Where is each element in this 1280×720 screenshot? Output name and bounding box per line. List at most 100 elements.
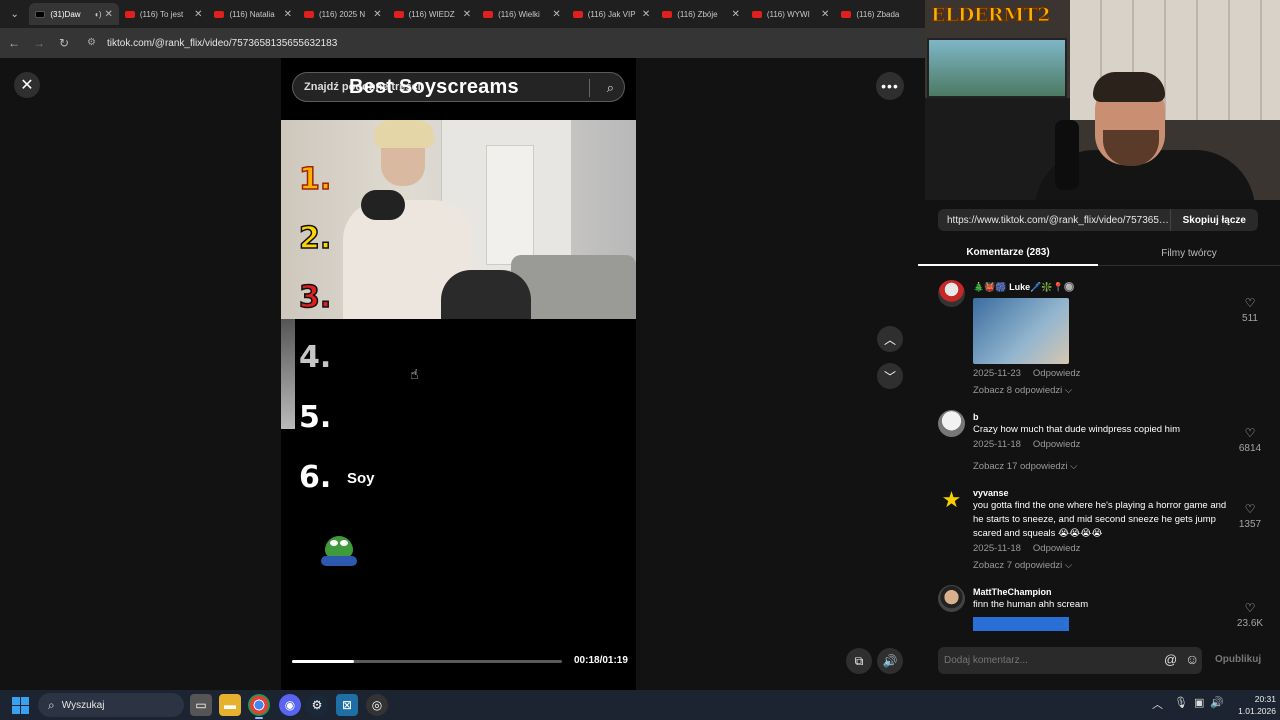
close-tab-icon[interactable]: ✕ [284, 9, 292, 20]
obs-icon[interactable]: ◎ [366, 694, 388, 716]
like-count: 6814 [1238, 443, 1262, 454]
stream-logo: ELDERMT2 [931, 4, 1051, 27]
comment-username[interactable]: b [973, 412, 979, 422]
tab-comments[interactable]: Komentarze (283) [918, 240, 1098, 266]
reply-button[interactable]: Odpowiedz [1033, 439, 1081, 450]
reply-button[interactable]: Odpowiedz [1033, 368, 1081, 379]
chrome-icon[interactable] [248, 694, 270, 719]
back-icon[interactable]: ← [3, 32, 25, 54]
steam-icon[interactable]: ⚙ [306, 694, 328, 716]
volume-tray-icon[interactable]: 🔊 [1210, 696, 1224, 709]
discord-icon[interactable]: ◉ [279, 694, 301, 716]
url-text[interactable]: tiktok.com/@rank_flix/video/757365813565… [107, 38, 337, 49]
reload-icon[interactable]: ↻ [53, 32, 75, 54]
previous-video-icon[interactable]: ︿ [877, 326, 903, 352]
close-tab-icon[interactable]: ✕ [552, 9, 560, 20]
clock[interactable]: 20:31 1.01.2026 [1228, 693, 1276, 717]
star-avatar[interactable]: ★ [938, 486, 965, 513]
copy-link-button[interactable]: Skopiuj łącze [1169, 209, 1258, 231]
youtube-icon [751, 10, 762, 18]
comment-input[interactable] [938, 647, 1202, 674]
view-replies-button[interactable]: Zobacz 7 odpowiedzi ⌵ [973, 560, 1072, 571]
tab-title: (31)Daw [50, 9, 81, 19]
close-tab-icon[interactable]: ✕ [821, 9, 829, 20]
site-info-icon[interactable]: ⚙ [87, 37, 99, 49]
browser-tab-tiktok[interactable]: (31)Daw ◖) ✕ [29, 3, 119, 25]
video-player[interactable]: 1. 2. 3. 4. 5. 6. Soy Znajdź podobne tre… [281, 58, 636, 690]
like-button[interactable]: ♡ 23.6K [1228, 601, 1272, 629]
forward-icon[interactable]: → [28, 32, 50, 54]
youtube-icon [841, 10, 852, 18]
show-hidden-icons-icon[interactable]: ︿ [1152, 696, 1163, 712]
emoji-icon[interactable]: ☺ [1185, 651, 1199, 667]
windows-start-icon[interactable] [12, 697, 29, 714]
close-tab-icon[interactable]: ✕ [642, 9, 650, 20]
browser-tab[interactable]: (116) WIEDZ ✕ [388, 3, 478, 25]
view-replies-button[interactable]: Zobacz 17 odpowiedzi ⌵ [973, 461, 1077, 472]
taskbar-search[interactable]: ⌕ Wyszukaj [38, 693, 184, 717]
avatar[interactable] [938, 280, 965, 307]
comment-username[interactable]: vyvanse [973, 488, 1009, 498]
browser-tab[interactable]: (116) Natalia ✕ [208, 3, 298, 25]
comment-username[interactable]: MattTheChampion [973, 587, 1052, 597]
webcam-overlay: ELDERMT2 [925, 0, 1280, 200]
comment-date: 2025-11-18 [973, 543, 1021, 554]
rank-4: 4. [299, 340, 332, 375]
comment-meta: 2025-11-23 Odpowiedz [973, 368, 1080, 379]
view-replies-button[interactable]: Zobacz 8 odpowiedzi ⌵ [973, 385, 1072, 396]
like-button[interactable]: ♡ 1357 [1228, 502, 1272, 530]
browser-tab[interactable]: (116) Zbóje ✕ [656, 3, 746, 25]
microphone-icon[interactable]: 🎙 [1174, 696, 1188, 709]
youtube-icon [393, 10, 404, 18]
browser-tab[interactable]: (116) 2025 N ✕ [298, 3, 388, 25]
next-video-icon[interactable]: ﹀ [877, 363, 903, 389]
avatar[interactable] [938, 410, 965, 437]
reply-button[interactable]: Odpowiedz [1033, 543, 1081, 554]
close-icon[interactable]: ✕ [14, 72, 40, 98]
publish-button[interactable]: Opublikuj [1215, 654, 1261, 665]
tab-search-button[interactable]: ⌄ [4, 3, 25, 25]
picture-in-picture-icon[interactable]: ⧉ [846, 648, 872, 674]
more-options-icon[interactable]: ••• [876, 72, 904, 100]
search-icon[interactable]: ⌕ [607, 80, 614, 96]
mention-icon[interactable]: @ [1164, 652, 1177, 667]
heart-icon: ♡ [1244, 601, 1256, 615]
comment-image[interactable] [973, 617, 1069, 631]
browser-tab[interactable]: (116) Zbada [835, 3, 925, 25]
close-tab-icon[interactable]: ✕ [105, 9, 113, 20]
share-url[interactable]: https://www.tiktok.com/@rank_flix/video/… [938, 215, 1170, 226]
browser-tab[interactable]: (116) Jak VIP ✕ [567, 3, 657, 25]
comment-username[interactable]: 🎄👹🎆 Luke🖊️❇️📍🔘 [973, 282, 1075, 293]
volume-icon[interactable]: 🔊 [877, 648, 903, 674]
streamer-hair [1093, 72, 1165, 102]
speaker-icon[interactable]: ◖) [94, 10, 102, 19]
close-tab-icon[interactable]: ✕ [373, 9, 381, 20]
rank-2: 2. [298, 220, 332, 257]
app-window-icon[interactable]: ⊠ [336, 694, 358, 716]
network-icon[interactable]: ▣ [1194, 696, 1204, 709]
progress-bar[interactable] [292, 660, 562, 663]
panel-tabs: Komentarze (283) Filmy twórcy [918, 240, 1280, 266]
clock-date: 1.01.2026 [1238, 706, 1276, 716]
tab-title: (116) Zbóje [677, 9, 718, 19]
like-button[interactable]: ♡ 6814 [1228, 426, 1272, 454]
like-count: 1357 [1238, 519, 1262, 530]
close-tab-icon[interactable]: ✕ [194, 9, 202, 20]
comment-image[interactable] [973, 298, 1069, 364]
file-explorer-icon[interactable]: ▬ [219, 694, 241, 716]
share-link-row: https://www.tiktok.com/@rank_flix/video/… [938, 209, 1258, 231]
comment-date: 2025-11-23 [973, 368, 1021, 379]
close-tab-icon[interactable]: ✕ [463, 9, 471, 20]
browser-tab[interactable]: (116) To jest ✕ [119, 3, 209, 25]
avatar[interactable] [938, 585, 965, 612]
comments-panel: https://www.tiktok.com/@rank_flix/video/… [918, 200, 1280, 690]
like-button[interactable]: ♡ 511 [1228, 296, 1272, 324]
task-view-icon[interactable]: ▭ [190, 694, 212, 716]
browser-tab-strip: ⌄ (31)Daw ◖) ✕ (116) To jest ✕ (116) Nata… [0, 0, 925, 28]
close-tab-icon[interactable]: ✕ [731, 9, 739, 20]
tab-title: (116) WIEDZ [408, 9, 455, 19]
browser-tab[interactable]: (116) Wielki ✕ [477, 3, 567, 25]
browser-tab[interactable]: (116) WYWI ✕ [746, 3, 836, 25]
tab-creator-videos[interactable]: Filmy twórcy [1098, 240, 1280, 266]
address-bar[interactable]: ⚙ tiktok.com/@rank_flix/video/7573658135… [81, 31, 337, 55]
